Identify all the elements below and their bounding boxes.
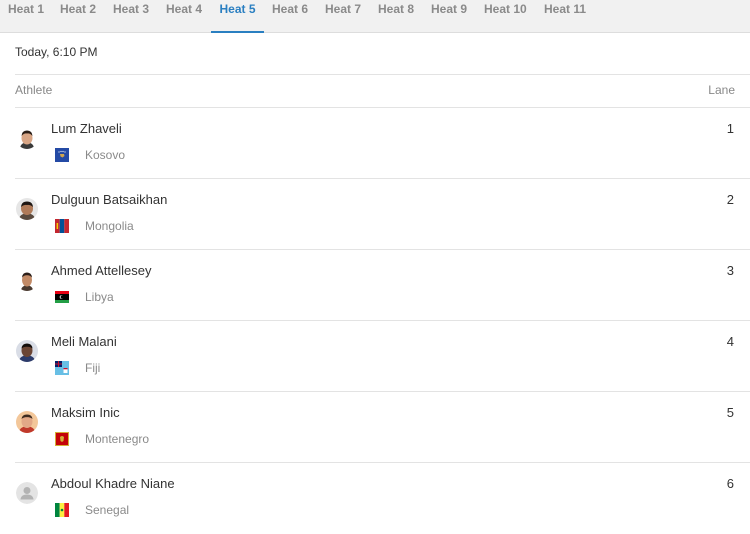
kosovo-flag-icon xyxy=(55,148,69,162)
athlete-name: Ahmed Attellesey xyxy=(51,263,152,278)
athlete-row[interactable]: Ahmed Attellesey Libya 3 xyxy=(0,250,750,321)
column-header-lane: Lane xyxy=(708,83,735,97)
tab-heat-1[interactable]: Heat 1 xyxy=(8,0,44,33)
tab-heat-2[interactable]: Heat 2 xyxy=(60,0,96,33)
mongolia-flag-icon xyxy=(55,219,69,233)
athlete-lane: 1 xyxy=(726,121,734,136)
athlete-avatar xyxy=(16,198,38,220)
libya-flag-icon xyxy=(55,290,69,304)
tab-heat-7[interactable]: Heat 7 xyxy=(325,0,361,33)
athlete-lane: 2 xyxy=(726,192,734,207)
athlete-country: Fiji xyxy=(85,361,101,375)
athlete-avatar xyxy=(16,411,38,433)
heat-tabs: Heat 1 Heat 2 Heat 3 Heat 4 Heat 5 Heat … xyxy=(0,0,750,33)
athlete-name: Dulguun Batsaikhan xyxy=(51,192,168,207)
athlete-avatar xyxy=(16,127,38,149)
athlete-row[interactable]: Dulguun Batsaikhan Mongolia 2 xyxy=(0,179,750,250)
athlete-country: Libya xyxy=(85,290,114,304)
athlete-name: Meli Malani xyxy=(51,334,117,349)
tab-heat-5[interactable]: Heat 5 xyxy=(211,0,264,33)
tab-heat-10[interactable]: Heat 10 xyxy=(484,0,527,33)
athlete-lane: 3 xyxy=(726,263,734,278)
athlete-name: Abdoul Khadre Niane xyxy=(51,476,175,491)
column-header-athlete: Athlete xyxy=(15,83,53,97)
athlete-avatar xyxy=(16,340,38,362)
athlete-lane: 4 xyxy=(726,334,734,349)
athlete-country: Senegal xyxy=(85,503,130,517)
athlete-country: Mongolia xyxy=(85,219,134,233)
athlete-row[interactable]: Meli Malani Fiji 4 xyxy=(0,321,750,392)
athlete-country: Montenegro xyxy=(85,432,150,446)
divider xyxy=(15,74,750,75)
tab-heat-8[interactable]: Heat 8 xyxy=(378,0,414,33)
athlete-lane: 5 xyxy=(726,405,734,420)
default-avatar-icon xyxy=(16,482,38,504)
tab-heat-4[interactable]: Heat 4 xyxy=(166,0,202,33)
athlete-lane: 6 xyxy=(726,476,734,491)
athlete-row[interactable]: Abdoul Khadre Niane Senegal 6 xyxy=(0,463,750,534)
athlete-name: Lum Zhaveli xyxy=(51,121,122,136)
athlete-row[interactable]: Maksim Inic Montenegro 5 xyxy=(0,392,750,463)
fiji-flag-icon xyxy=(55,361,69,375)
tab-heat-6[interactable]: Heat 6 xyxy=(272,0,308,33)
athlete-row[interactable]: Lum Zhaveli Kosovo 1 xyxy=(0,108,750,179)
athlete-name: Maksim Inic xyxy=(51,405,120,420)
heat-datetime: Today, 6:10 PM xyxy=(15,45,98,59)
montenegro-flag-icon xyxy=(55,432,69,446)
tab-heat-9[interactable]: Heat 9 xyxy=(431,0,467,33)
athlete-avatar xyxy=(16,269,38,291)
tab-heat-11[interactable]: Heat 11 xyxy=(544,0,586,33)
tab-heat-3[interactable]: Heat 3 xyxy=(113,0,149,33)
athlete-country: Kosovo xyxy=(85,148,126,162)
senegal-flag-icon xyxy=(55,503,69,517)
